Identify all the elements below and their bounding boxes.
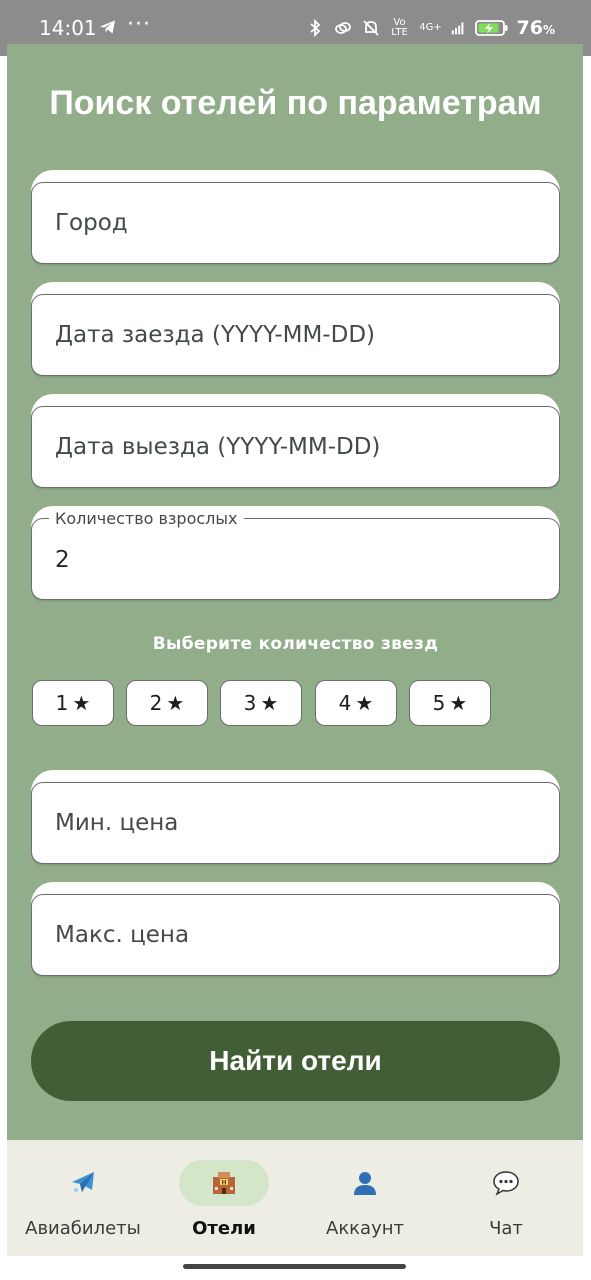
max-price-placeholder: Макс. цена <box>55 922 190 948</box>
home-indicator[interactable] <box>183 1264 406 1269</box>
active-tab-indicator: H <box>179 1160 269 1206</box>
checkout-date-field[interactable]: Дата выезда (YYYY-MM-DD) <box>31 394 560 488</box>
min-price-placeholder: Мин. цена <box>55 810 179 836</box>
city-placeholder: Город <box>55 210 128 236</box>
star-filter-4-button[interactable]: 4 ★ <box>315 680 397 726</box>
battery-charging-icon <box>474 20 508 36</box>
adults-count-value: 2 <box>55 547 70 573</box>
star-filter-3-button[interactable]: 3 ★ <box>220 680 302 726</box>
status-icons: Vo LTE 4G+ 76% <box>305 14 555 42</box>
airplane-icon <box>72 1172 94 1192</box>
star-filter-2-button[interactable]: 2 ★ <box>126 680 208 726</box>
star-filter-number: 2 <box>149 691 163 715</box>
star-icon: ★ <box>355 691 374 715</box>
star-icon: ★ <box>166 691 185 715</box>
star-icon: ★ <box>260 691 279 715</box>
more-notifications-icon: ··· <box>127 12 151 37</box>
max-price-field[interactable]: Макс. цена <box>31 882 560 976</box>
nav-label: Аккаунт <box>326 1218 404 1239</box>
telegram-icon <box>100 20 115 34</box>
network-type: 4G+ <box>419 22 442 33</box>
checkout-date-placeholder: Дата выезда (YYYY-MM-DD) <box>55 434 381 460</box>
nav-label: Отели <box>192 1218 256 1239</box>
adults-count-field[interactable]: Количество взрослых 2 <box>31 506 560 600</box>
nav-item-account[interactable]: Аккаунт <box>295 1140 435 1256</box>
adults-count-label: Количество взрослых <box>49 509 244 528</box>
nav-item-chat[interactable]: Чат <box>436 1140 576 1256</box>
nav-label: Чат <box>489 1218 523 1239</box>
city-field[interactable]: Город <box>31 170 560 264</box>
min-price-field[interactable]: Мин. цена <box>31 770 560 864</box>
checkin-date-placeholder: Дата заезда (YYYY-MM-DD) <box>55 322 376 348</box>
star-icon: ★ <box>449 691 468 715</box>
star-filter-number: 4 <box>338 691 352 715</box>
star-icon: ★ <box>72 691 91 715</box>
star-filter-5-button[interactable]: 5 ★ <box>409 680 491 726</box>
nav-item-hotels[interactable]: H Отели <box>154 1140 294 1256</box>
star-filter-number: 5 <box>432 691 446 715</box>
nav-label: Авиабилеты <box>25 1218 141 1239</box>
bottom-nav: Авиабилеты H Отели Аккаунт Чат <box>7 1140 583 1256</box>
page-title: Поиск отелей по параметрам <box>49 84 542 122</box>
bluetooth-icon <box>309 18 320 38</box>
signal-icon <box>451 22 463 35</box>
star-filter-number: 1 <box>55 691 69 715</box>
stars-label: Выберите количество звезд <box>152 634 439 654</box>
battery-percent: 76% <box>516 17 555 39</box>
find-hotels-button[interactable]: Найти отели <box>31 1021 560 1101</box>
nav-item-flights[interactable]: Авиабилеты <box>13 1140 153 1256</box>
hotel-icon: H <box>213 1172 235 1194</box>
checkin-date-field[interactable]: Дата заезда (YYYY-MM-DD) <box>31 282 560 376</box>
user-icon <box>354 1172 376 1195</box>
status-time: 14:01 <box>39 16 97 40</box>
star-filter-1-button[interactable]: 1 ★ <box>32 680 114 726</box>
star-filter-number: 3 <box>243 691 257 715</box>
volte-indicator: Vo LTE <box>391 17 408 38</box>
svg-text:H: H <box>221 1180 226 1187</box>
link-icon <box>334 22 351 34</box>
chat-icon <box>493 1171 519 1196</box>
bell-off-icon <box>362 20 379 36</box>
